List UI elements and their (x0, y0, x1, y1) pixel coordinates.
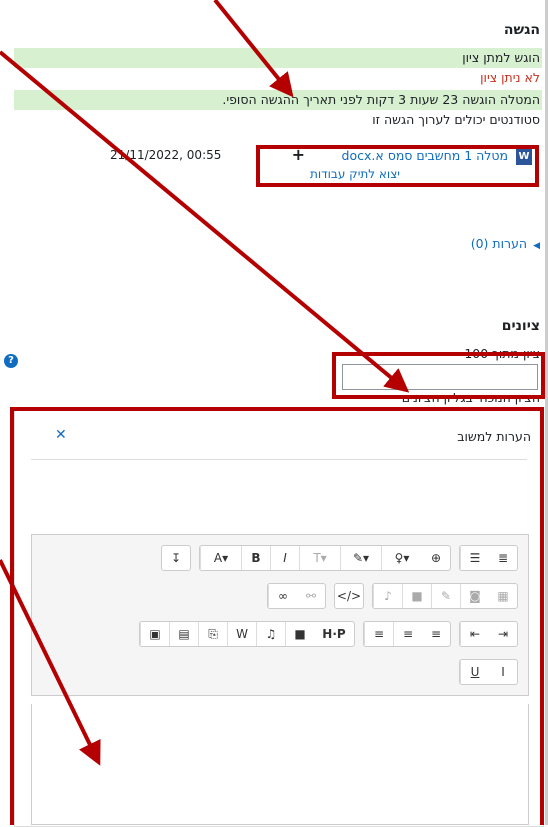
comments-toggle[interactable]: ◀ הערות (0) (471, 236, 540, 251)
submission-heading: הגשה (503, 22, 540, 38)
submission-status: הוגש למתן ציון (462, 50, 540, 65)
grading-panel: הגשה הוגש למתן ציון לא ניתן ציון המטלה ה… (0, 0, 548, 827)
editable-status: סטודנטים יכולים לערוך הגשה זו (372, 112, 540, 127)
comments-link-label: הערות (0) (470, 236, 528, 251)
annotation-box-file (256, 145, 539, 187)
caret-left-icon: ◀ (533, 241, 540, 251)
time-remaining: המטלה הוגשה 23 שעות 3 דקות לפני תאריך הה… (222, 92, 540, 107)
annotation-box-grade (332, 352, 545, 399)
grades-heading: ציונים (501, 318, 540, 334)
file-timestamp: 21/11/2022, 00:55 (110, 148, 222, 162)
arrow-to-time (213, 0, 294, 98)
annotation-box-feedback (10, 407, 544, 825)
grading-status: לא ניתן ציון (480, 70, 540, 85)
help-icon[interactable]: ? (4, 354, 18, 368)
